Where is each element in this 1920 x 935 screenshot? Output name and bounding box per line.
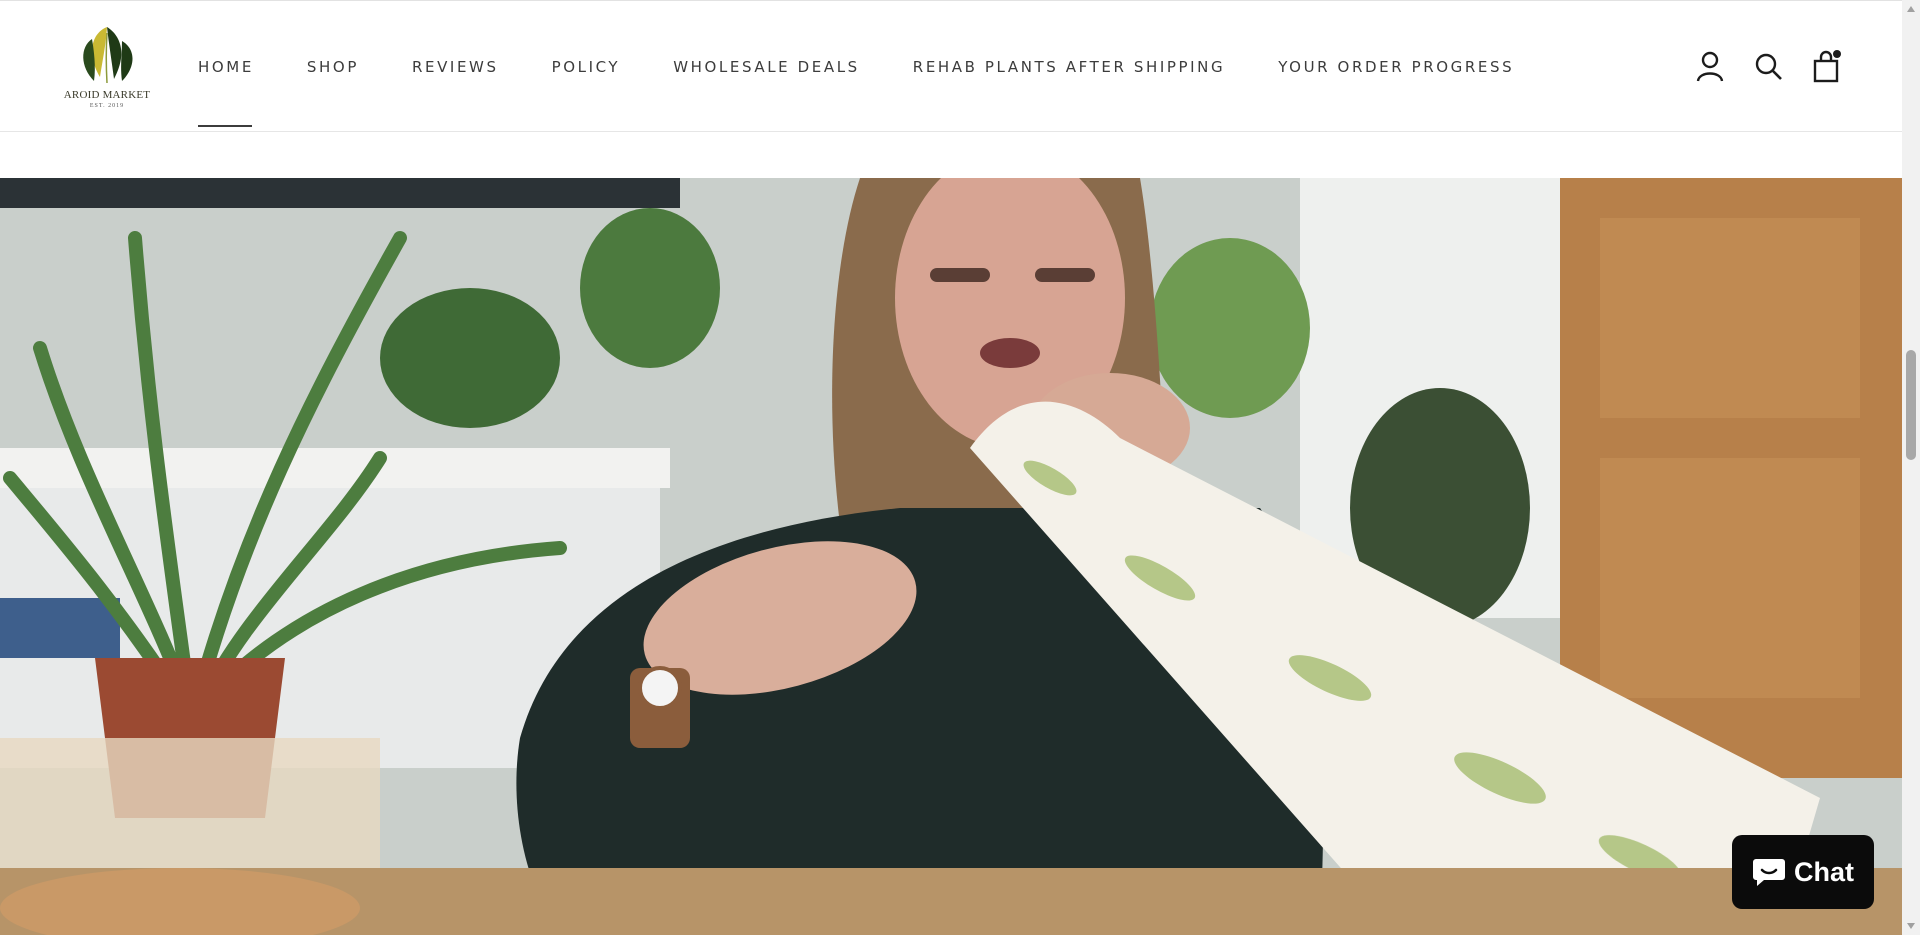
brand-logo[interactable]: AROID MARKET EST. 2019	[62, 23, 152, 111]
nav-policy[interactable]: POLICY	[552, 58, 621, 76]
site-header: AROID MARKET EST. 2019 HOME SHOP REVIEWS…	[0, 0, 1902, 132]
chat-bubble-icon	[1753, 859, 1785, 886]
nav-rehab-plants[interactable]: REHAB PLANTS AFTER SHIPPING	[913, 58, 1225, 76]
nav-order-progress[interactable]: YOUR ORDER PROGRESS	[1278, 58, 1514, 76]
chat-button[interactable]: Chat	[1732, 835, 1874, 909]
page-scrollbar[interactable]	[1902, 0, 1920, 935]
nav-shop[interactable]: SHOP	[307, 58, 359, 76]
scroll-up-arrow-icon[interactable]	[1907, 6, 1915, 12]
brand-est: EST. 2019	[89, 103, 125, 109]
aroid-leaf-logo-icon	[83, 27, 133, 84]
cart-icon[interactable]	[1810, 49, 1842, 83]
video-frame-illustration	[0, 178, 1902, 935]
nav-home[interactable]: HOME	[198, 58, 254, 127]
video-player[interactable]	[0, 178, 1902, 935]
search-icon[interactable]	[1752, 49, 1784, 83]
chat-label: Chat	[1794, 856, 1854, 887]
nav-wholesale-deals[interactable]: WHOLESALE DEALS	[673, 58, 860, 76]
brand-name: AROID MARKET	[63, 89, 151, 101]
header-icons	[1694, 49, 1842, 83]
scroll-down-arrow-icon[interactable]	[1907, 923, 1915, 929]
cart-badge-dot	[1833, 50, 1841, 58]
scrollbar-thumb[interactable]	[1906, 350, 1916, 460]
main-nav: HOME SHOP REVIEWS POLICY WHOLESALE DEALS…	[198, 53, 1514, 127]
nav-reviews[interactable]: REVIEWS	[412, 58, 499, 76]
account-icon[interactable]	[1694, 49, 1726, 83]
